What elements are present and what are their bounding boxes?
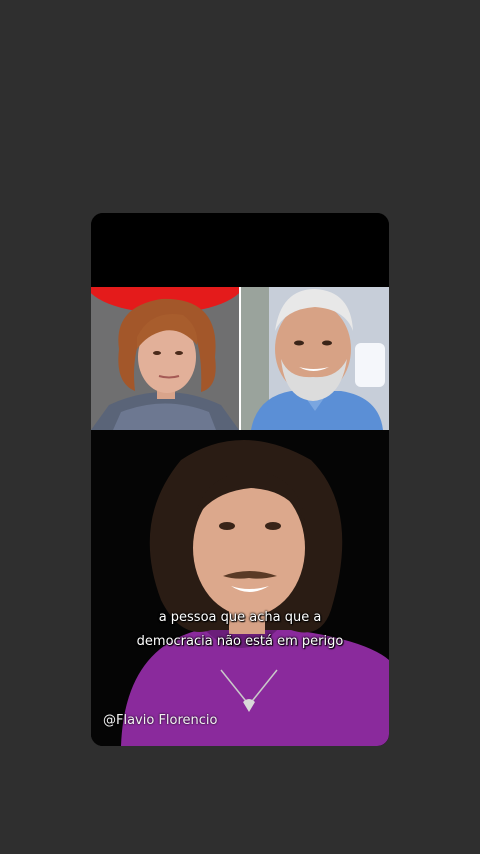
creator-handle: @Flavio Florencio	[103, 713, 218, 728]
caption-line-1: a pessoa que acha que a	[158, 610, 322, 625]
man-photo	[241, 287, 389, 430]
presenter-video	[91, 430, 389, 746]
video-top-letterbox	[91, 213, 389, 287]
caption-line-2: democracia não está em perigo	[136, 634, 344, 649]
woman-photo	[91, 287, 239, 430]
story-viewer: a pessoa que acha que a democracia não e…	[0, 0, 480, 854]
video-frame[interactable]: a pessoa que acha que a democracia não e…	[91, 213, 389, 746]
subtitle-caption: a pessoa que acha que a democracia não e…	[91, 606, 389, 654]
photo-split-row	[91, 287, 389, 430]
